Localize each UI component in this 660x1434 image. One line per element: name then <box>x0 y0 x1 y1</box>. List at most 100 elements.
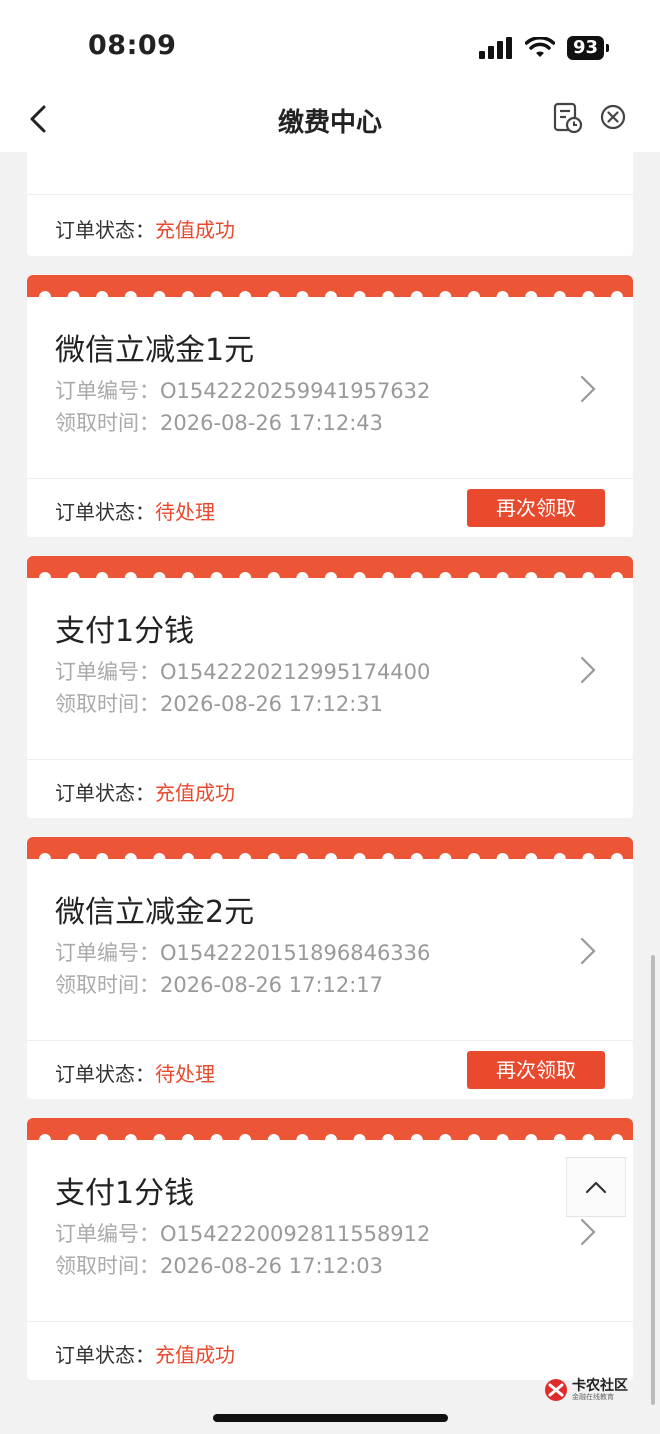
scallop-dot <box>39 853 51 859</box>
status-time: 08:09 <box>88 30 177 61</box>
order-title: 支付1分钱 <box>55 614 195 649</box>
scallop-dot <box>525 1134 538 1140</box>
scallop-dot <box>525 853 538 859</box>
scallop-dot <box>210 291 223 297</box>
order-card[interactable]: 支付1分钱 订单编号：O1542220092811558912 领取时间：202… <box>27 1118 633 1380</box>
reclaim-button[interactable]: 再次领取 <box>467 1051 605 1089</box>
receive-time-row: 领取时间：2026-08-26 17:12:31 <box>55 692 384 716</box>
scallop-dot <box>611 1134 623 1140</box>
chevron-right-icon[interactable] <box>579 655 597 685</box>
chevron-right-icon[interactable] <box>579 1217 597 1247</box>
battery-indicator: 93 <box>566 36 610 60</box>
chevron-right-icon[interactable] <box>579 936 597 966</box>
order-card-partial[interactable]: 订单状态：充值成功 <box>27 152 633 256</box>
scallop-dot <box>153 291 166 297</box>
receive-time: 2026-08-26 17:12:43 <box>160 411 384 435</box>
signal-icon <box>478 37 512 59</box>
reclaim-button[interactable]: 再次领取 <box>467 489 605 527</box>
order-history-icon[interactable] <box>552 102 584 134</box>
receive-time: 2026-08-26 17:12:03 <box>160 1254 384 1278</box>
receive-time-row: 领取时间：2026-08-26 17:12:03 <box>55 1254 384 1278</box>
scallop-dot <box>153 572 166 578</box>
order-status-row: 订单状态：待处理 <box>55 500 215 524</box>
scallop-dot <box>296 1134 309 1140</box>
order-status-value: 待处理 <box>155 1062 215 1086</box>
scallop-dot <box>39 291 51 297</box>
scallop-dot <box>382 853 395 859</box>
scallop-dot <box>239 291 252 297</box>
scallop-dot <box>153 853 166 859</box>
scroll-to-top-button[interactable] <box>566 1157 626 1217</box>
scallop-dot <box>439 853 452 859</box>
order-number-row: 订单编号：O1542220151896846336 <box>55 941 431 965</box>
status-bar: 08:09 93 <box>0 0 660 92</box>
scallop-dot <box>496 291 509 297</box>
order-number-row: 订单编号：O1542220212995174400 <box>55 660 431 684</box>
scallop-dot <box>382 572 395 578</box>
scallop-dot <box>611 572 623 578</box>
scallop-dot <box>325 1134 337 1140</box>
order-status-value: 待处理 <box>155 500 215 524</box>
order-number-row: 订单编号：O1542220259941957632 <box>55 379 431 403</box>
receive-time-row: 领取时间：2026-08-26 17:12:43 <box>55 411 384 435</box>
order-number: O1542220259941957632 <box>160 379 431 403</box>
order-number: O1542220212995174400 <box>160 660 431 684</box>
scallop-dot <box>267 1134 280 1140</box>
watermark-name: 卡农社区 <box>572 1378 628 1394</box>
scallop-dot <box>582 572 595 578</box>
close-mini-program-icon[interactable] <box>598 102 628 132</box>
scallop-dot <box>439 1134 452 1140</box>
scallop-dot <box>496 572 509 578</box>
order-status-row: 订单状态：充值成功 <box>55 781 235 805</box>
scallop-dot <box>67 853 80 859</box>
scallop-dot <box>553 853 566 859</box>
scallop-dot <box>96 1134 109 1140</box>
scallop-dot <box>210 1134 223 1140</box>
scallop-dot <box>239 1134 252 1140</box>
order-card[interactable]: 微信立减金1元 订单编号：O1542220259941957632 领取时间：2… <box>27 275 633 537</box>
scallop-dot <box>553 291 566 297</box>
scallop-dot <box>124 291 137 297</box>
scallop-dot <box>67 572 80 578</box>
order-card[interactable]: 微信立减金2元 订单编号：O1542220151896846336 领取时间：2… <box>27 837 633 1099</box>
scallop-dot <box>39 1134 51 1140</box>
scallop-dot <box>353 853 366 859</box>
order-number: O1542220151896846336 <box>160 941 431 965</box>
scallop-dot <box>525 291 538 297</box>
ticket-ribbon <box>27 837 633 859</box>
scallop-dot <box>382 1134 395 1140</box>
scallop-dot <box>468 291 480 297</box>
scrollbar[interactable] <box>651 955 655 1405</box>
scallop-dot <box>267 853 280 859</box>
scallop-dot <box>210 853 223 859</box>
scallop-dot <box>496 1134 509 1140</box>
scallop-dot <box>553 1134 566 1140</box>
scallop-dot <box>582 853 595 859</box>
scallop-dot <box>468 1134 480 1140</box>
order-title: 支付1分钱 <box>55 1176 195 1211</box>
order-card[interactable]: 支付1分钱 订单编号：O1542220212995174400 领取时间：202… <box>27 556 633 818</box>
scallop-dot <box>410 291 423 297</box>
scallop-dot <box>410 572 423 578</box>
scallop-dot <box>124 853 137 859</box>
scallop-dot <box>325 572 337 578</box>
order-title: 微信立减金1元 <box>55 333 255 368</box>
scallop-dot <box>153 1134 166 1140</box>
scallop-dot <box>296 572 309 578</box>
scallop-dot <box>496 853 509 859</box>
order-status-row: 订单状态：充值成功 <box>55 1343 235 1367</box>
order-status-row: 订单状态：充值成功 <box>55 218 235 242</box>
scallop-dot <box>96 853 109 859</box>
scallop-dot <box>439 291 452 297</box>
scallop-dot <box>468 572 480 578</box>
ticket-ribbon <box>27 556 633 578</box>
order-status-value: 充值成功 <box>155 218 235 242</box>
chevron-right-icon[interactable] <box>579 374 597 404</box>
order-status-row: 订单状态：待处理 <box>55 1062 215 1086</box>
watermark-slogan: 金融在线教育 <box>572 1393 614 1401</box>
scallop-dot <box>267 572 280 578</box>
scallop-dot <box>39 572 51 578</box>
scallop-dot <box>124 572 137 578</box>
watermark: 卡农社区 金融在线教育 <box>544 1378 628 1402</box>
order-number-row: 订单编号：O1542220092811558912 <box>55 1222 431 1246</box>
